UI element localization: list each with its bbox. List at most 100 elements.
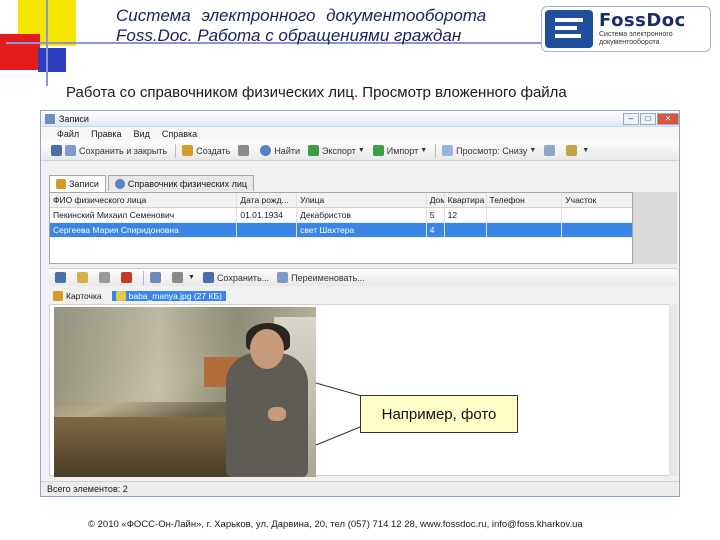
export-icon <box>308 145 319 156</box>
import-icon <box>372 145 384 156</box>
minimize-button[interactable]: – <box>623 112 639 125</box>
callout-pointer <box>315 382 366 446</box>
col-header[interactable]: Дом <box>427 193 445 207</box>
menu-view[interactable]: Вид <box>134 129 150 139</box>
rename-icon <box>277 272 289 283</box>
tab-card[interactable]: Карточка <box>49 291 106 301</box>
maximize-button[interactable]: □ <box>640 112 656 125</box>
view-button[interactable]: Просмотр: Снизу ▼ <box>442 145 536 156</box>
col-header[interactable]: ФИО физического лица <box>50 193 238 207</box>
save-as-label: Сохранить... <box>216 272 270 283</box>
save-attachment-icon-button[interactable] <box>55 272 69 283</box>
pdf-icon <box>121 272 132 283</box>
attach-button[interactable] <box>99 272 113 283</box>
slide-title: Система электронного документооборота Fo… <box>116 6 526 46</box>
tab-file-label: baba_manya.jpg (27 КБ) <box>128 291 222 301</box>
logo-sub-line1: Система электронного <box>599 31 673 38</box>
decor-blue-square <box>38 48 66 72</box>
cell <box>562 223 632 237</box>
cell <box>562 208 632 222</box>
save-close-button[interactable]: Сохранить и закрыть <box>51 145 167 156</box>
tab-card-label: Карточка <box>66 291 102 301</box>
search-icon <box>114 178 125 189</box>
persons-grid: ФИО физического лица Дата рожд... Улица … <box>49 192 633 264</box>
tab-persons-label: Справочник физических лиц <box>127 178 248 189</box>
wrench-icon <box>172 272 183 283</box>
find-button[interactable]: Найти <box>260 145 300 156</box>
cell: 4 <box>427 223 445 237</box>
save-close-label: Сохранить и закрыть <box>79 145 168 156</box>
import-button[interactable]: Импорт ▼ <box>372 145 428 156</box>
tools-button[interactable]: ▼ <box>172 272 195 283</box>
export-button[interactable]: Экспорт ▼ <box>308 145 365 156</box>
print-button[interactable] <box>544 145 558 156</box>
gear-icon <box>566 145 578 156</box>
scan-button[interactable] <box>150 272 164 283</box>
attachment-tabs: Карточка baba_manya.jpg (27 КБ) <box>49 289 232 303</box>
col-header[interactable]: Дата рожд... <box>237 193 298 207</box>
col-header[interactable]: Телефон <box>487 193 563 207</box>
col-header[interactable]: Улица <box>297 193 427 207</box>
open-button[interactable] <box>77 272 91 283</box>
user-add-icon <box>182 145 194 156</box>
grid-header: ФИО физического лица Дата рожд... Улица … <box>50 193 632 208</box>
app-window: Записи – □ ✕ Файл Правка Вид Справка Сох… <box>40 110 680 497</box>
tab-persons-directory[interactable]: Справочник физических лиц <box>107 175 255 191</box>
pdf-button[interactable] <box>121 272 135 283</box>
table-row-selected[interactable]: Сергеева Мария Спиридоновна свет Шахтера… <box>50 223 632 238</box>
create-label: Создать <box>196 145 231 156</box>
callout-note: Например, фото <box>360 395 518 433</box>
user-delete-icon <box>238 145 250 156</box>
user-icon <box>56 179 66 189</box>
save-as-button[interactable]: Сохранить... <box>202 272 270 283</box>
menu-edit[interactable]: Правка <box>91 129 121 139</box>
cell: 5 <box>427 208 445 222</box>
chevron-down-icon: ▼ <box>582 147 590 154</box>
cell: Пекинский Михаил Семенович <box>50 208 238 222</box>
chevron-down-icon: ▼ <box>420 147 428 154</box>
logo-sub-line2: документооборота <box>599 39 660 46</box>
rename-button[interactable]: Переименовать... <box>277 272 365 283</box>
cell: 01.01.1934 <box>237 208 298 222</box>
chevron-down-icon: ▼ <box>357 147 365 154</box>
window-titlebar[interactable]: Записи – □ ✕ <box>41 111 679 127</box>
create-button[interactable]: Создать <box>182 145 230 156</box>
menu-help[interactable]: Справка <box>162 129 197 139</box>
main-toolbar: Сохранить и закрыть Создать Найти Экспор… <box>41 141 679 161</box>
delete-user-button[interactable] <box>238 145 252 156</box>
save-icon <box>55 272 66 283</box>
cell <box>445 223 487 237</box>
paperclip-icon <box>99 272 110 283</box>
status-bar: Всего элементов: 2 <box>41 481 679 496</box>
open-icon <box>77 272 88 283</box>
export-label: Экспорт <box>322 145 356 156</box>
table-row[interactable]: Пекинский Михаил Семенович 01.01.1934 Де… <box>50 208 632 223</box>
menu-file[interactable]: Файл <box>57 129 79 139</box>
close-button[interactable]: ✕ <box>657 112 679 125</box>
tab-attached-file[interactable]: baba_manya.jpg (27 КБ) <box>111 291 226 301</box>
search-icon <box>260 145 272 156</box>
save-close-icon <box>65 145 76 156</box>
view-label: Просмотр: Снизу <box>456 145 528 156</box>
tab-records-label: Записи <box>69 179 99 189</box>
find-label: Найти <box>274 145 300 156</box>
col-header[interactable]: Участок <box>562 193 632 207</box>
scanner-icon <box>150 272 161 283</box>
col-header[interactable]: Квартира <box>445 193 487 207</box>
view-layout-icon <box>442 145 454 156</box>
slide-subtitle: Работа со справочником физических лиц. П… <box>66 84 567 101</box>
cell <box>487 208 563 222</box>
cell: Декабристов <box>297 208 427 222</box>
menu-bar: Файл Правка Вид Справка <box>41 127 679 141</box>
settings-button[interactable]: ▼ <box>566 145 589 156</box>
user-icon <box>53 291 63 301</box>
import-label: Импорт <box>386 145 419 156</box>
slide-title-line2: Foss.Doc. Работа с обращениями граждан <box>116 26 462 45</box>
tab-records[interactable]: Записи <box>49 175 106 192</box>
decor-red-square <box>0 34 40 70</box>
fossdoc-logo: FossDoc Система электронного документооб… <box>541 6 711 52</box>
viewer-scrollbar[interactable] <box>669 304 677 476</box>
slide-title-line1: Система электронного документооборота <box>116 6 487 25</box>
cell: свет Шахтера <box>297 223 427 237</box>
save-icon <box>202 272 214 283</box>
